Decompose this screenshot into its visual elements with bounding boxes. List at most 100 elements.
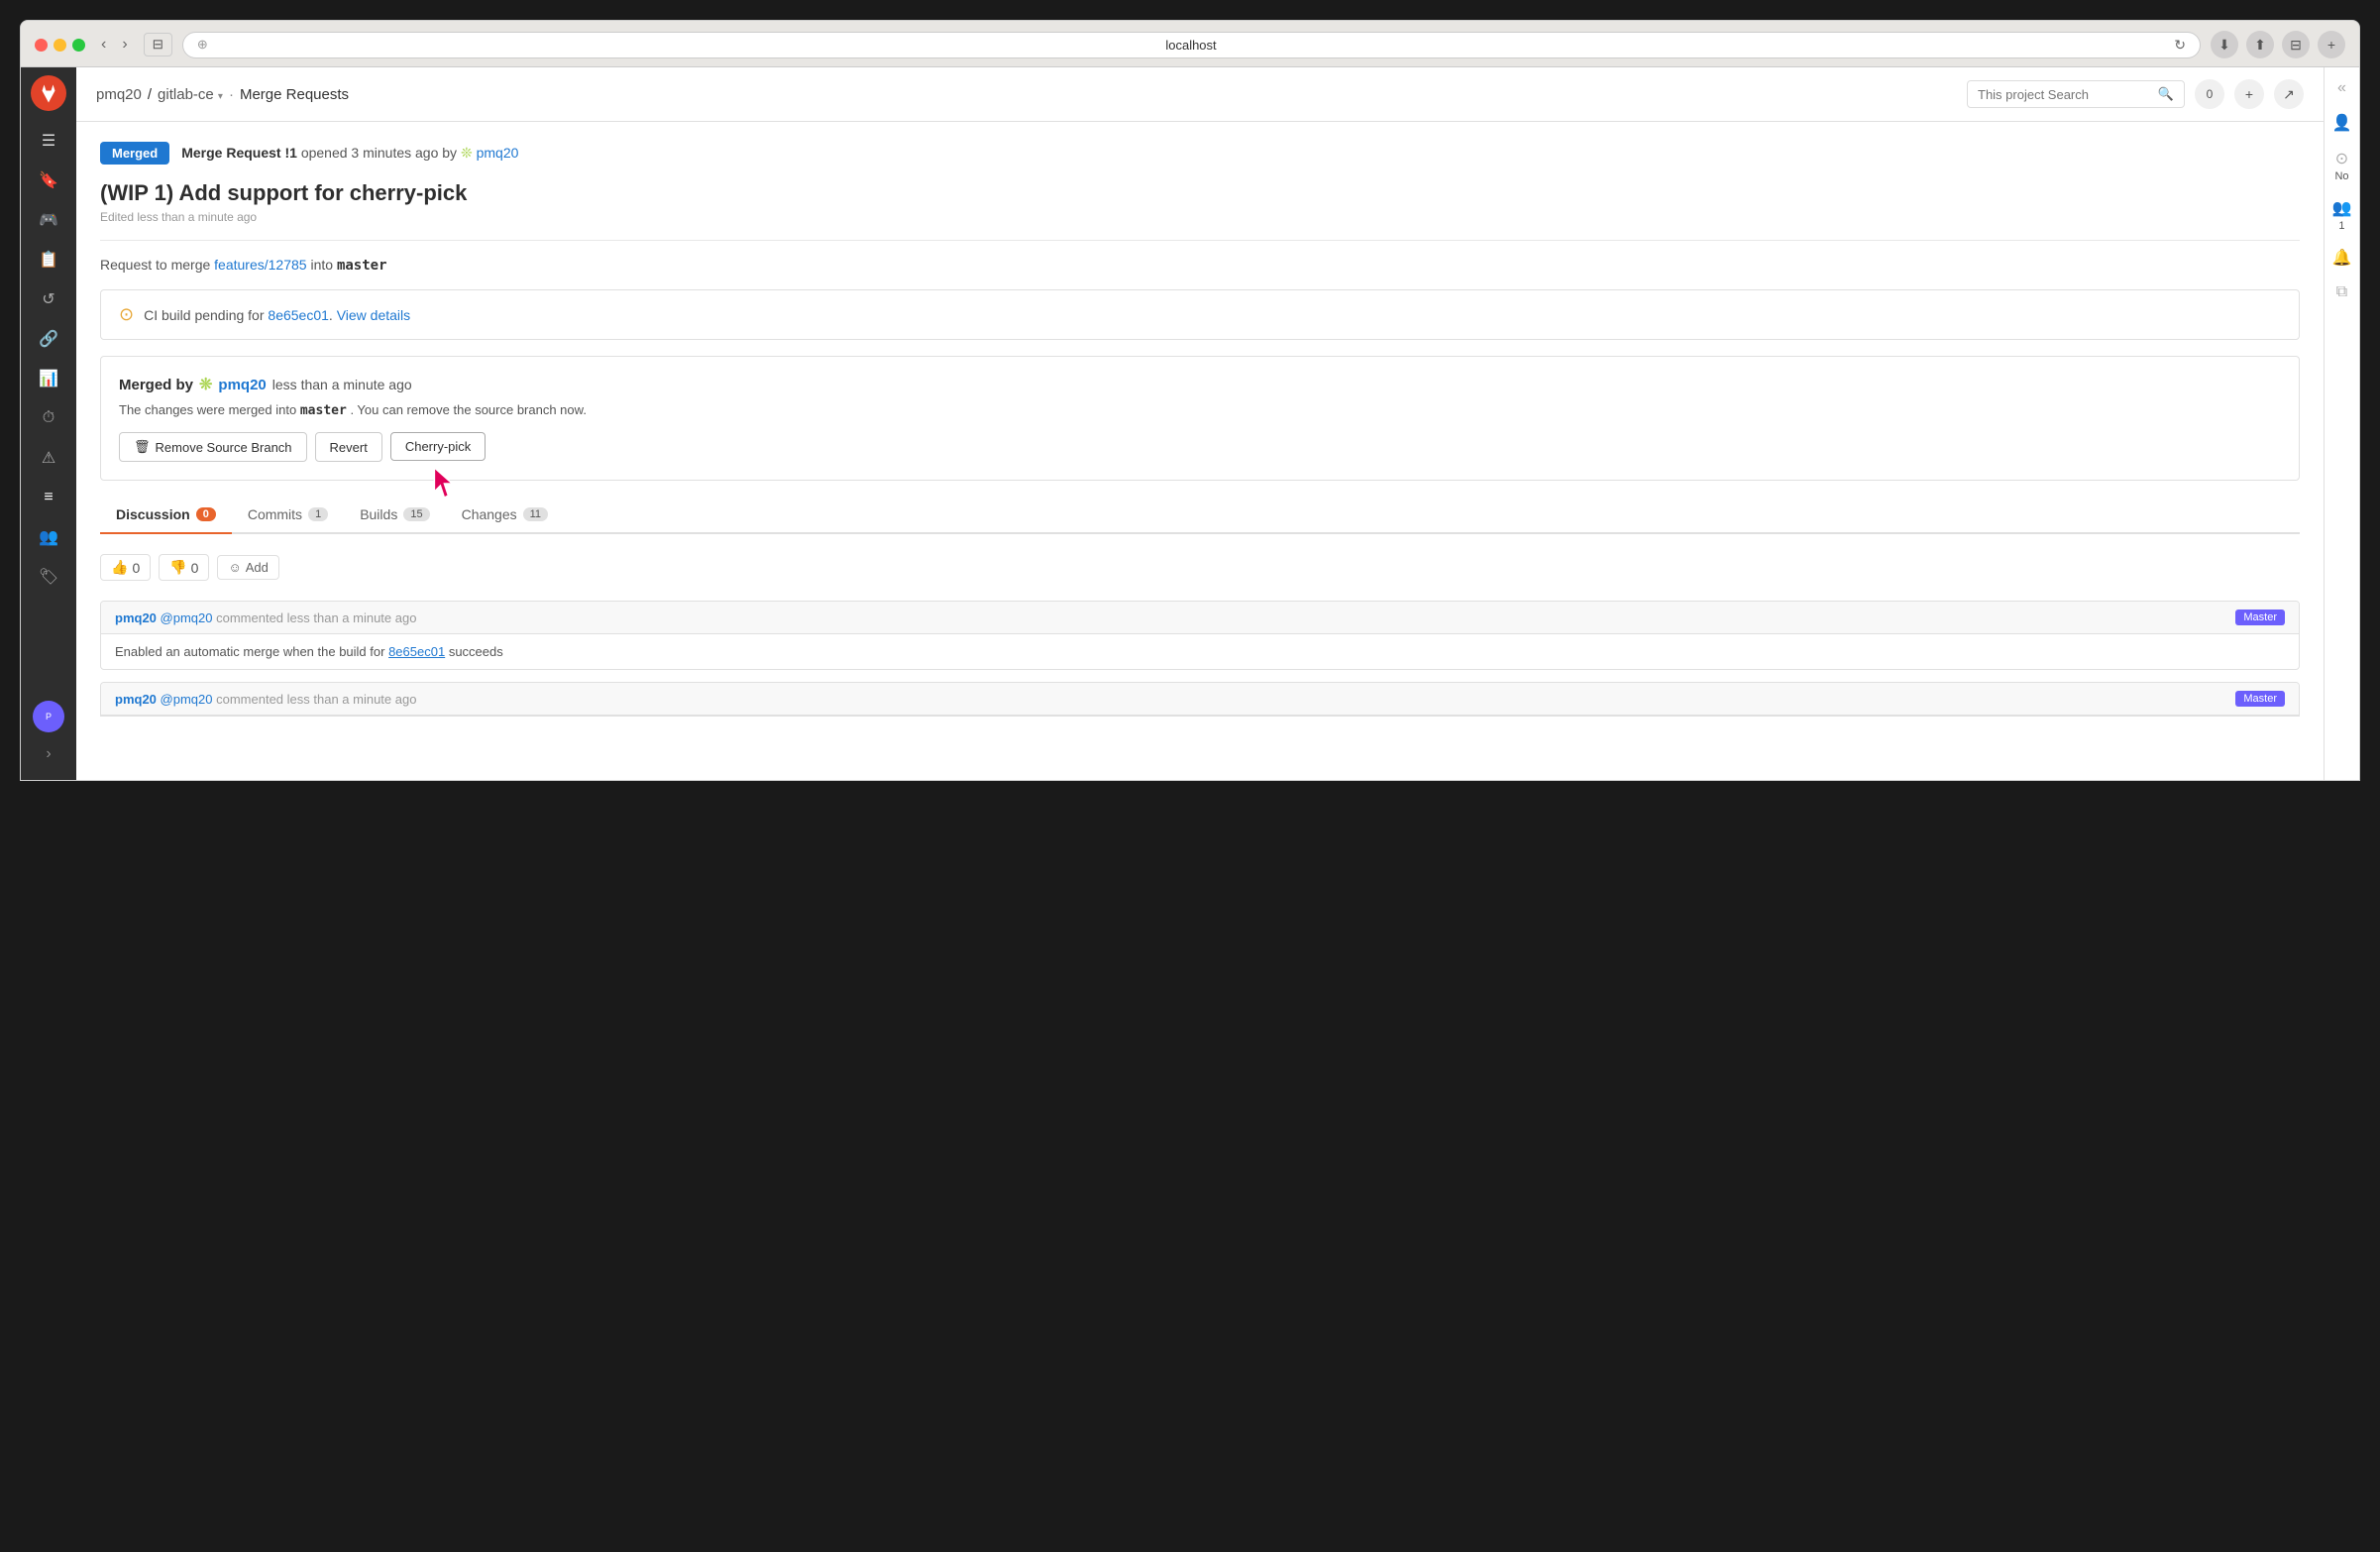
source-branch-link[interactable]: features/12785: [214, 257, 306, 273]
comment-1-at-user: @pmq20: [161, 610, 217, 625]
comment-1-body: Enabled an automatic merge when the buil…: [101, 634, 2299, 669]
group-icon: 👥: [2332, 198, 2352, 218]
tab-changes[interactable]: Changes 11: [446, 497, 564, 534]
builds-badge: 15: [403, 507, 429, 521]
notifications-icon[interactable]: 🔔: [2332, 248, 2352, 268]
breadcrumb-project[interactable]: gitlab-ce ▾: [158, 86, 223, 103]
sidebar-item-issues[interactable]: 📋: [29, 242, 68, 277]
close-button[interactable]: [35, 39, 48, 52]
comment-1-commit-link[interactable]: 8e65ec01: [388, 644, 445, 659]
mr-number: Merge Request !1: [181, 145, 297, 161]
tab-discussion[interactable]: Discussion 0: [100, 497, 232, 534]
traffic-lights: [35, 39, 85, 52]
reload-button[interactable]: ↻: [2174, 37, 2186, 54]
mr-title: (WIP 1) Add support for cherry-pick: [100, 180, 2300, 206]
sidebar-item-menu[interactable]: ☰: [29, 123, 68, 159]
ci-text: CI build pending for 8e65ec01. View deta…: [144, 307, 410, 323]
minimize-button[interactable]: [54, 39, 66, 52]
sidebar-item-merge[interactable]: 🔗: [29, 321, 68, 357]
comment-1: pmq20 @pmq20 commented less than a minut…: [100, 601, 2300, 670]
divider-1: [100, 240, 2300, 241]
comment-2-author: pmq20 @pmq20 commented less than a minut…: [115, 692, 416, 707]
tab-builds[interactable]: Builds 15: [344, 497, 445, 534]
target-branch: master: [337, 258, 387, 274]
comment-1-header: pmq20 @pmq20 commented less than a minut…: [101, 602, 2299, 634]
tabs-container: Discussion 0 Commits 1 Builds 15 Chang: [100, 497, 2300, 534]
search-input[interactable]: [1978, 87, 2152, 102]
sidebar-item-history[interactable]: ↺: [29, 281, 68, 317]
logout-icon[interactable]: ↗: [2274, 79, 2304, 109]
sidebar-item-alerts[interactable]: ⚠: [29, 440, 68, 476]
maximize-button[interactable]: [72, 39, 85, 52]
copy-icon[interactable]: ⧉: [2336, 283, 2347, 301]
top-navigation: pmq20 / gitlab-ce ▾ · Merge Requests 🔍: [76, 67, 2324, 122]
add-button[interactable]: +: [2234, 79, 2264, 109]
changes-badge: 11: [523, 507, 548, 521]
share-button[interactable]: ⬆: [2246, 31, 2274, 58]
merged-branch-name: master: [300, 403, 347, 418]
merged-by-user-link[interactable]: pmq20: [218, 377, 266, 393]
sidebar-item-tags[interactable]: 🏷: [29, 559, 68, 595]
collapse-sidebar-icon[interactable]: «: [2337, 79, 2346, 97]
url-text: localhost: [216, 38, 2167, 53]
discussion-badge: 0: [196, 507, 216, 521]
breadcrumb: pmq20 / gitlab-ce ▾ · Merge Requests: [96, 86, 349, 103]
add-emoji-button[interactable]: ☺ Add: [217, 555, 278, 580]
clock-icon: ⊙: [2335, 149, 2348, 168]
cherry-pick-button[interactable]: Cherry-pick: [390, 432, 486, 461]
forward-button[interactable]: ›: [116, 34, 133, 55]
left-sidebar: ☰ 🔖 🎮 📋 ↺ 🔗 📊 ⏱ ⚠ ≡ 👥 🏷 P ›: [21, 67, 76, 780]
mr-edited-text: Edited less than a minute ago: [100, 210, 2300, 224]
address-bar: ⊕ localhost ↻: [182, 32, 2201, 58]
trash-icon: 🗑: [134, 439, 151, 455]
sidebar-item-more[interactable]: ›: [29, 736, 68, 772]
ci-view-details-link[interactable]: View details: [337, 307, 410, 323]
gitlab-logo[interactable]: [31, 75, 66, 111]
merged-by: Merged by ❊ pmq20 less than a minute ago: [119, 375, 2281, 394]
remove-source-branch-button[interactable]: 🗑 Remove Source Branch: [119, 432, 307, 462]
revert-button[interactable]: Revert: [315, 432, 382, 462]
sidebar-item-charts[interactable]: 📊: [29, 361, 68, 396]
notification-count: 0: [2207, 87, 2214, 101]
tab-commits[interactable]: Commits 1: [232, 497, 344, 534]
merged-message: The changes were merged into master . Yo…: [119, 402, 2281, 418]
breadcrumb-user[interactable]: pmq20: [96, 86, 142, 103]
main-content: pmq20 / gitlab-ce ▾ · Merge Requests 🔍: [76, 67, 2324, 780]
tab-view-button[interactable]: ⊟: [144, 33, 172, 56]
sidebar-item-bookmark[interactable]: 🔖: [29, 163, 68, 198]
dropdown-arrow-icon: ▾: [218, 91, 223, 102]
extend-button[interactable]: +: [2318, 31, 2345, 58]
comment-1-author: pmq20 @pmq20 commented less than a minut…: [115, 610, 416, 625]
notification-button[interactable]: 0: [2195, 79, 2224, 109]
sidebar-toggle-button[interactable]: ⊟: [2282, 31, 2310, 58]
search-box[interactable]: 🔍: [1967, 80, 2185, 108]
sidebar-item-list[interactable]: ≡: [29, 480, 68, 515]
sidebar-item-team[interactable]: 👥: [29, 519, 68, 555]
status-badge: Merged: [100, 142, 169, 165]
page-content: Merged Merge Request !1 opened 3 minutes…: [76, 122, 2324, 736]
author-link[interactable]: pmq20: [477, 145, 519, 161]
comment-1-username[interactable]: pmq20: [115, 610, 157, 625]
merge-target: Request to merge features/12785 into mas…: [100, 257, 2300, 274]
thumbs-down-icon: 👎: [169, 559, 186, 576]
ci-commit-link[interactable]: 8e65ec01: [268, 307, 329, 323]
thumbs-up-button[interactable]: 👍 0: [100, 554, 151, 581]
search-icon: 🔍: [2158, 86, 2174, 102]
back-button[interactable]: ‹: [95, 34, 112, 55]
emoji-reactions: 👍 0 👎 0 ☺ Add: [100, 554, 2300, 581]
sidebar-user-avatar[interactable]: P: [33, 701, 64, 732]
breadcrumb-dot: ·: [229, 86, 234, 103]
download-button[interactable]: ⬇: [2211, 31, 2238, 58]
mr-header-row: Merged Merge Request !1 opened 3 minutes…: [100, 142, 2300, 165]
ci-status-box: ⊙ CI build pending for 8e65ec01. View de…: [100, 289, 2300, 340]
comment-1-label: Master: [2235, 610, 2285, 625]
user-snowflake-icon: ❊: [199, 375, 212, 394]
milestone-icon: ⊙ No: [2334, 149, 2348, 182]
sidebar-item-games[interactable]: 🎮: [29, 202, 68, 238]
sidebar-item-time[interactable]: ⏱: [29, 400, 68, 436]
right-sidebar: « 👤 ⊙ No 👥 1 🔔 ⧉: [2324, 67, 2359, 780]
smiley-icon: ☺: [228, 560, 241, 575]
thumbs-down-button[interactable]: 👎 0: [159, 554, 209, 581]
comment-2-username[interactable]: pmq20: [115, 692, 157, 707]
assignee-icon[interactable]: 👤: [2332, 113, 2352, 133]
